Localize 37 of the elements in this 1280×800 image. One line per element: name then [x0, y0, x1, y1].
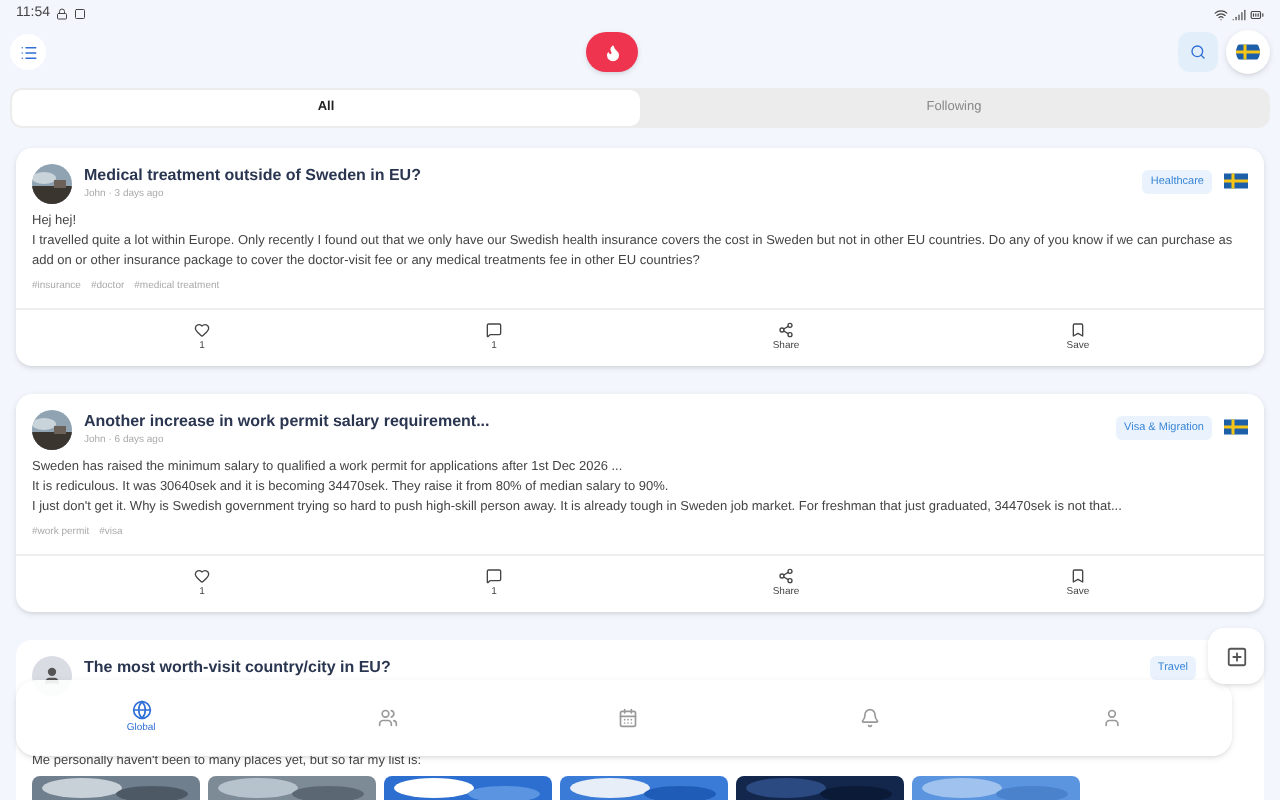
bookmark-icon: [1070, 321, 1086, 337]
nav-tab[interactable]: [1101, 708, 1122, 728]
menu-icon: [19, 43, 37, 61]
bell-icon: [859, 708, 880, 728]
share-icon: [778, 321, 794, 337]
people-icon: [377, 708, 397, 728]
battery-icon: [1250, 7, 1264, 21]
notification-icon: [74, 8, 86, 20]
search-button[interactable]: [1178, 32, 1218, 72]
calendar-icon: [618, 708, 639, 728]
flag-icon: [1236, 40, 1260, 64]
menu-button[interactable]: [10, 34, 46, 70]
bookmark-icon: [1070, 567, 1086, 583]
fire-button[interactable]: [586, 32, 638, 72]
post-title[interactable]: The most worth-visit country/city in EU?: [84, 656, 1138, 680]
nav-tab[interactable]: [377, 708, 397, 728]
signal-icon: [1232, 7, 1246, 21]
globe-icon: [131, 699, 152, 720]
heart-icon: [194, 567, 210, 583]
share-icon: [778, 567, 794, 583]
flag-icon: [1224, 418, 1248, 436]
add-icon: [1225, 645, 1247, 667]
search-icon: [1190, 44, 1206, 60]
comment-icon: [486, 321, 502, 337]
wifi-icon: [1214, 7, 1228, 21]
flag-icon: [1224, 172, 1248, 190]
country-button[interactable]: [1226, 30, 1270, 74]
lock-icon: [56, 8, 68, 20]
post-title[interactable]: Medical treatment outside of Sweden in EU?: [84, 164, 1131, 188]
comment-icon: [486, 567, 502, 583]
post-title[interactable]: Another increase in work permit salary requirement...: [84, 410, 1105, 434]
flame-icon: [603, 43, 621, 61]
new-post-button[interactable]: [1208, 628, 1264, 684]
heart-icon: [194, 321, 210, 337]
nav-tab[interactable]: [618, 708, 639, 728]
person-icon: [1101, 708, 1122, 728]
nav-tab[interactable]: [859, 708, 880, 728]
